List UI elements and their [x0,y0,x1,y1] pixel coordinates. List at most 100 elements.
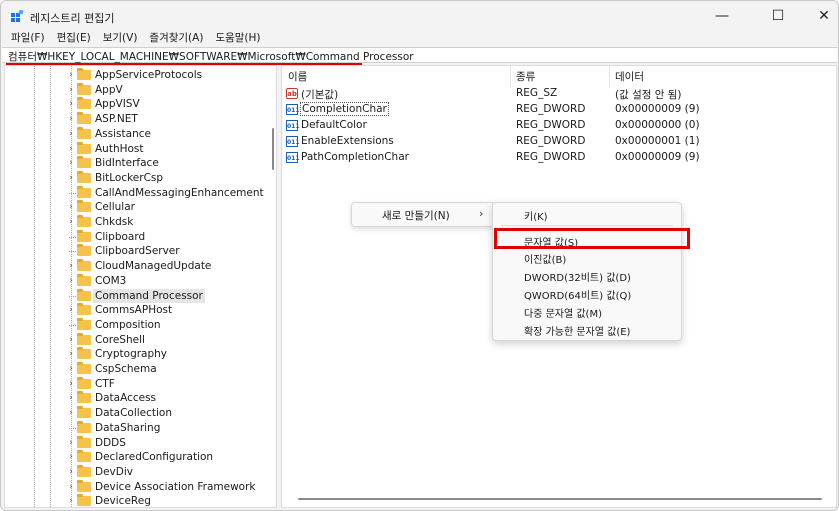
menu-favorites[interactable]: 즐겨찾기(A) [143,31,209,46]
menu-view[interactable]: 보기(V) [97,31,144,46]
chevron-right-icon[interactable]: › [66,305,76,315]
chevron-right-icon[interactable]: › [66,261,76,271]
folder-icon [77,200,91,213]
chevron-right-icon[interactable]: › [66,276,76,286]
tree-item[interactable]: › DataCollection [5,406,265,421]
tree-item-label: Command Processor [93,288,205,304]
column-header-type[interactable]: 종류 [516,69,535,84]
tree-item[interactable]: › ASP.NET [5,112,265,127]
chevron-right-icon[interactable]: › [66,393,76,403]
list-horizontal-scrollbar[interactable] [298,498,822,500]
tree-item[interactable]: › DeclaredConfiguration [5,450,265,465]
maximize-button[interactable]: ☐ [755,1,801,31]
key-tree-pane[interactable]: › AppServiceProtocols › AppV › AppVISV › ASP.NE… [4,65,277,508]
folder-icon [77,273,91,286]
folder-icon [77,141,91,154]
tree-item[interactable]: › COM3 [5,273,265,289]
chevron-right-icon[interactable]: › [66,85,76,95]
tree-item[interactable]: › BidInterface [5,156,265,171]
chevron-right-icon[interactable]: › [66,379,76,389]
chevron-right-icon[interactable]: › [66,114,76,124]
tree-item[interactable]: › Device Association Framework [5,479,265,495]
address-bar[interactable]: 컴퓨터₩HKEY_LOCAL_MACHINE₩SOFTWARE₩Microsof… [2,47,837,65]
menu-item-expandable-string-value[interactable]: 확장 가능한 문자열 값(E) [524,323,630,338]
minimize-button[interactable]: — [699,1,745,31]
tree-item[interactable]: › AppV [5,82,265,98]
tree-item[interactable]: › Chkdsk [5,215,265,230]
tree-item[interactable]: › AppVISV [5,97,265,112]
chevron-right-icon[interactable]: › [66,452,76,462]
tree-item[interactable]: › Cellular [5,200,265,215]
chevron-right-icon[interactable]: › [66,99,76,109]
chevron-right-icon[interactable]: › [66,408,76,418]
tree-item-label: DeclaredConfiguration [95,451,214,464]
chevron-right-icon[interactable]: › [66,467,76,477]
tree-item[interactable]: › CTF [5,376,265,392]
tree-item[interactable]: › DevDiv [5,464,265,480]
tree-item-label: Assistance [95,127,151,140]
folder-icon [77,215,91,227]
tree-item[interactable]: › DeviceReg [5,494,265,507]
chevron-right-icon[interactable]: › [66,217,76,227]
tree-item[interactable]: › AuthHost [5,141,265,157]
chevron-right-icon[interactable]: › [66,70,76,80]
value-row[interactable]: 011 PathCompletionChar REG_DWORD 0x00000… [282,150,836,166]
chevron-right-icon[interactable]: › [66,438,76,448]
value-row[interactable]: 011 CompletionChar REG_DWORD 0x00000009 … [282,102,836,118]
menu-item-binary-value[interactable]: 이진값(B) [524,251,566,266]
tree-item-label: CoreShell [95,333,145,346]
value-name: DefaultColor [301,119,367,131]
column-separator[interactable] [510,66,511,88]
value-row[interactable]: 011 EnableExtensions REG_DWORD 0x0000000… [282,134,836,150]
tree-item[interactable]: CallAndMessagingEnhancement [5,185,265,201]
chevron-right-icon[interactable]: › [66,144,76,154]
menu-item-dword-value[interactable]: DWORD(32비트) 값(D) [524,269,631,284]
menu-item-multi-string-value[interactable]: 다중 문자열 값(M) [524,305,602,320]
chevron-right-icon[interactable]: › [66,202,76,212]
column-separator[interactable] [609,66,610,88]
tree-item[interactable]: › DDDS [5,435,265,451]
chevron-right-icon[interactable]: › [66,349,76,359]
tree-item[interactable]: › Assistance [5,126,265,142]
tree-item[interactable]: › AppServiceProtocols [5,68,265,83]
chevron-right-icon[interactable]: › [66,496,76,506]
tree-scrollbar-thumb[interactable] [272,128,274,170]
address-path[interactable]: 컴퓨터₩HKEY_LOCAL_MACHINE₩SOFTWARE₩Microsof… [8,49,414,64]
tree-item[interactable]: DataSharing [5,420,265,436]
chevron-right-icon[interactable]: › [66,158,76,168]
folder-icon [77,259,91,272]
window-title: 레지스트리 편집기 [30,12,115,25]
tree-item[interactable]: Command Processor [5,288,265,304]
menu-edit[interactable]: 편집(E) [51,31,97,46]
tree-item[interactable]: ClipboardServer [5,244,265,259]
tree-item[interactable]: › CloudManagedUpdate [5,259,265,274]
chevron-right-icon[interactable]: › [66,173,76,183]
menu-item-qword-value[interactable]: QWORD(64비트) 값(Q) [524,287,631,302]
tree-item[interactable]: › BitLockerCsp [5,170,265,186]
menu-item-key[interactable]: 키(K) [524,208,548,223]
tree-item[interactable]: Composition [5,317,265,333]
value-row[interactable]: 011 DefaultColor REG_DWORD 0x00000000 (0… [282,118,836,134]
column-header-name[interactable]: 이름 [288,69,307,84]
menu-item-new[interactable]: 새로 만들기(N) [382,208,450,223]
tree-item[interactable]: › DataAccess [5,391,265,406]
tree-item[interactable]: › CoreShell [5,332,265,348]
menu-help[interactable]: 도움말(H) [209,31,266,46]
folder-icon [77,376,91,389]
chevron-right-icon: › [479,207,484,220]
chevron-right-icon[interactable]: › [66,482,76,492]
tree-item[interactable]: › Cryptography [5,347,265,362]
value-row[interactable]: ab (기본값) REG_SZ (값 설정 안 됨) [282,86,836,102]
chevron-right-icon[interactable]: › [66,335,76,345]
close-button[interactable]: ✕ [801,1,838,31]
column-header-data[interactable]: 데이터 [615,69,644,84]
tree-item[interactable]: › CommsAPHost [5,303,265,318]
tree-scrollbar[interactable] [269,66,276,507]
folder-icon [77,288,91,301]
tree-item[interactable]: Clipboard [5,229,265,245]
tree-item[interactable]: › CspSchema [5,362,265,377]
chevron-right-icon[interactable]: › [66,364,76,374]
chevron-right-icon[interactable]: › [66,129,76,139]
menu-file[interactable]: 파일(F) [5,31,51,46]
tree-item-label: CspSchema [95,363,157,375]
